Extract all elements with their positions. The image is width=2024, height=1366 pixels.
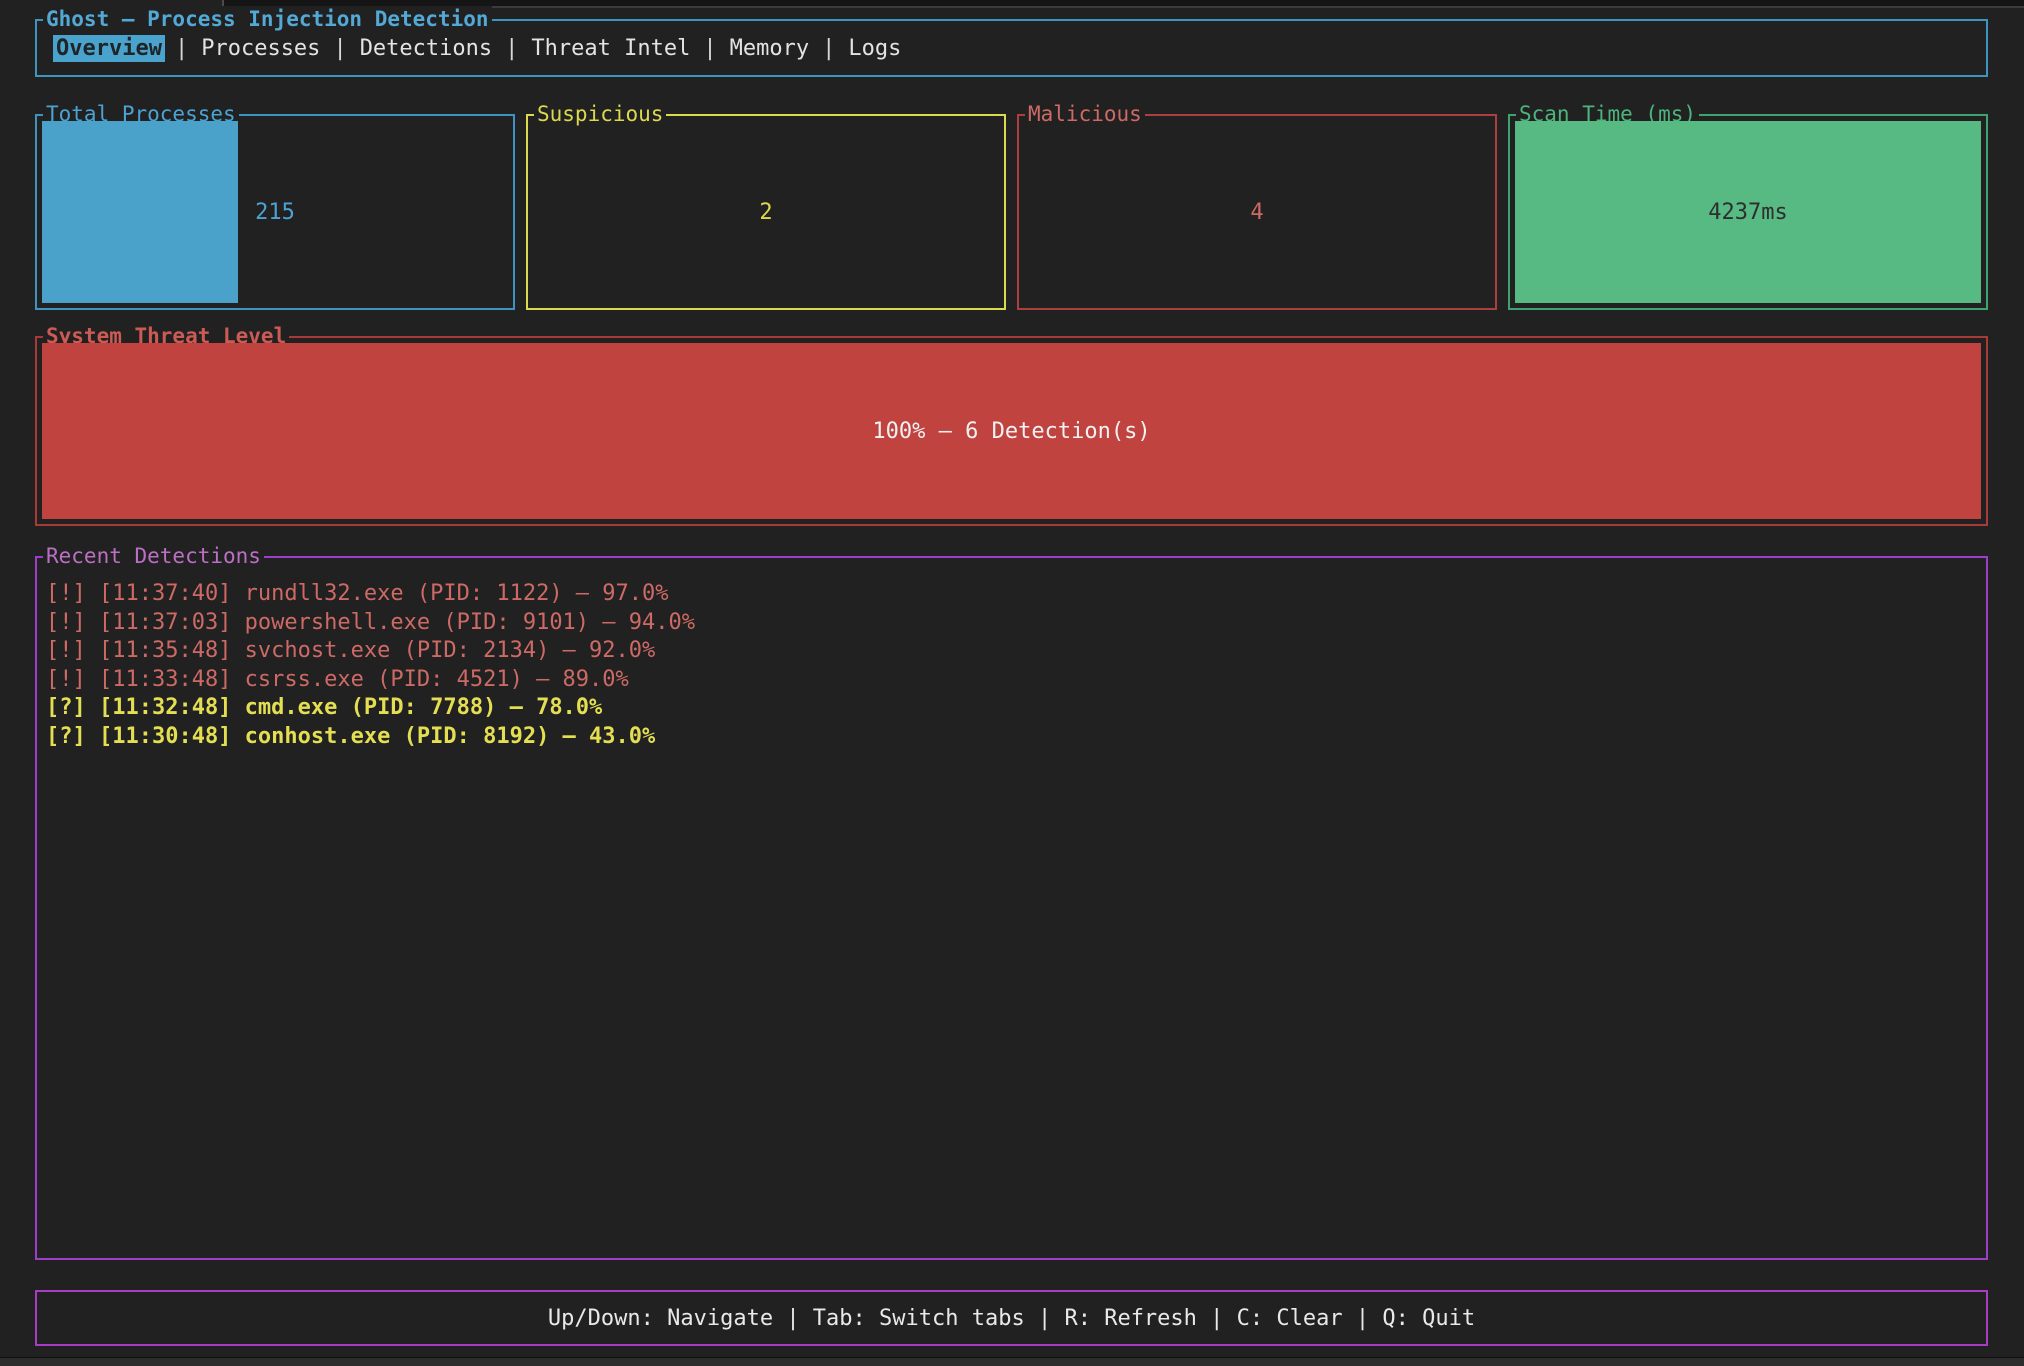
- help-bar: Up/Down: Navigate | Tab: Switch tabs | R…: [35, 1290, 1988, 1346]
- tab-separator: |: [693, 36, 726, 61]
- stat-total-processes: Total Processes 215: [35, 114, 515, 310]
- tab-threat-intel[interactable]: Threat Intel: [528, 35, 693, 62]
- stat-malicious: Malicious 4: [1017, 114, 1497, 310]
- stat-value: 2: [533, 121, 999, 303]
- stat-value: 4: [1024, 121, 1490, 303]
- detection-row[interactable]: [!] [11:37:40] rundll32.exe (PID: 1122) …: [46, 580, 1977, 609]
- threat-level-panel: System Threat Level 100% – 6 Detection(s…: [35, 336, 1988, 526]
- malicious-gauge: 4: [1024, 121, 1490, 303]
- stats-row: Total Processes 215 Suspicious 2 Malicio…: [35, 114, 1988, 310]
- stat-suspicious: Suspicious 2: [526, 114, 1006, 310]
- bottom-window-edge: [0, 1357, 2024, 1366]
- detection-row[interactable]: [!] [11:37:03] powershell.exe (PID: 9101…: [46, 609, 1977, 638]
- tab-bar-panel: Ghost – Process Injection Detection Over…: [35, 19, 1988, 77]
- tab-overview[interactable]: Overview: [53, 35, 165, 62]
- recent-detections-title: Recent Detections: [43, 543, 264, 569]
- detection-row[interactable]: [?] [11:32:48] cmd.exe (PID: 7788) – 78.…: [46, 694, 1977, 723]
- tab-logs[interactable]: Logs: [845, 35, 904, 62]
- threat-level-label: 100% – 6 Detection(s): [42, 343, 1981, 519]
- threat-level-gauge: 100% – 6 Detection(s): [42, 343, 1981, 519]
- detection-row[interactable]: [?] [11:30:48] conhost.exe (PID: 8192) –…: [46, 723, 1977, 752]
- scan-time-gauge: 4237ms: [1515, 121, 1981, 303]
- suspicious-gauge: 2: [533, 121, 999, 303]
- detection-row[interactable]: [!] [11:35:48] svchost.exe (PID: 2134) –…: [46, 637, 1977, 666]
- help-text: Up/Down: Navigate | Tab: Switch tabs | R…: [548, 1306, 1475, 1331]
- tab-separator: |: [812, 36, 845, 61]
- tab-separator: |: [495, 36, 528, 61]
- total-processes-gauge: 215: [42, 121, 508, 303]
- tab-processes[interactable]: Processes: [198, 35, 323, 62]
- tab-separator: |: [323, 36, 356, 61]
- tab-memory[interactable]: Memory: [727, 35, 812, 62]
- terminal-screen: Ghost – Process Injection Detection Over…: [0, 0, 2024, 1366]
- detection-row[interactable]: [!] [11:33:48] csrss.exe (PID: 4521) – 8…: [46, 666, 1977, 695]
- window-edge-artifact: [222, 0, 2024, 8]
- recent-detections-panel: Recent Detections [!] [11:37:40] rundll3…: [35, 556, 1988, 1260]
- tab-separator: |: [165, 36, 198, 61]
- tab-row: Overview | Processes | Detections | Thre…: [53, 21, 904, 75]
- detections-list: [!] [11:37:40] rundll32.exe (PID: 1122) …: [46, 580, 1977, 751]
- tab-detections[interactable]: Detections: [357, 35, 495, 62]
- stat-value: 215: [42, 121, 508, 303]
- stat-scan-time: Scan Time (ms) 4237ms: [1508, 114, 1988, 310]
- stat-value: 4237ms: [1515, 121, 1981, 303]
